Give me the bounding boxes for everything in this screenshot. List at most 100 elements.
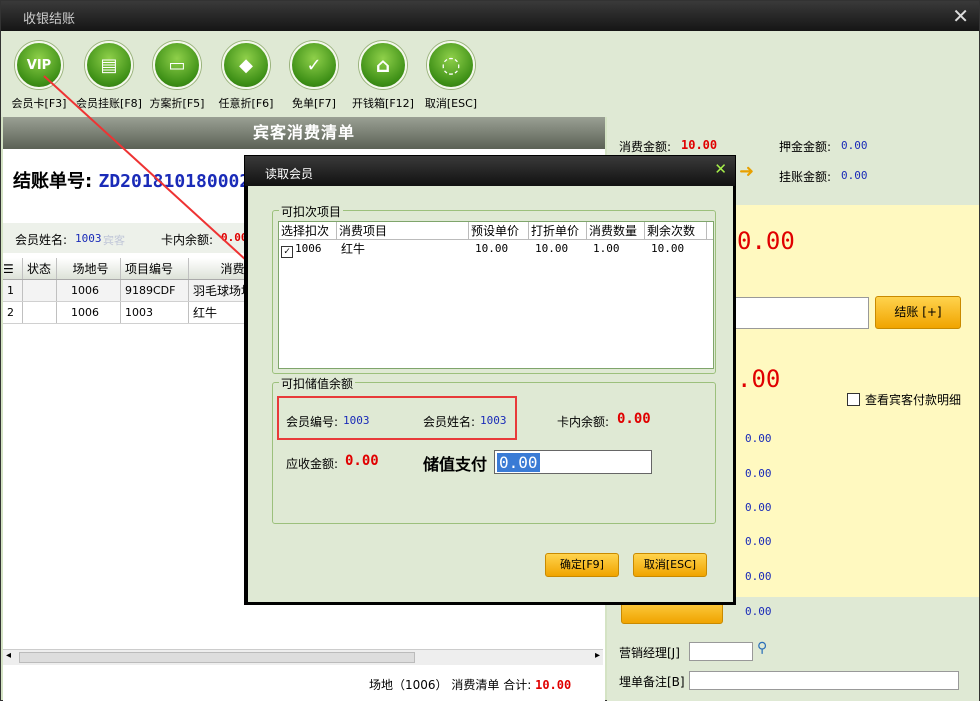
grid-col-status[interactable]: 状态	[23, 258, 57, 279]
bill-number: 结账单号: ZD2018101800022	[13, 167, 261, 193]
panel-title: 宾客消费清单	[3, 117, 605, 149]
dialog-close-icon[interactable]: ✕	[714, 160, 727, 178]
big-amount-1: 0.00	[737, 227, 795, 255]
free-order-label: 免单[F7]	[292, 97, 336, 110]
search-icon[interactable]: ⚲	[757, 640, 767, 656]
consume-amount-value: 10.00	[681, 138, 718, 152]
col-item[interactable]: 消费项目	[337, 222, 469, 239]
row-number: 2	[3, 302, 23, 323]
row-status	[23, 280, 57, 301]
col-quantity[interactable]: 消费数量	[587, 222, 645, 239]
row-remaining: 10.00	[651, 242, 685, 255]
remark-input[interactable]	[689, 671, 959, 690]
dialog-title: 读取会员	[265, 167, 314, 181]
col-remaining[interactable]: 剩余次数	[645, 222, 707, 239]
footer-list: 消费清单	[451, 678, 500, 692]
dialog-card-balance-value: 0.00	[617, 411, 651, 427]
col-preset-price[interactable]: 预设单价	[469, 222, 529, 239]
remark-label: 埋单备注[B]	[619, 675, 685, 689]
receivable-label: 应收金额:	[286, 457, 339, 471]
grid-menu-icon[interactable]: ☰	[3, 258, 23, 279]
bill-number-value: ZD2018101800022	[98, 171, 262, 192]
view-detail-label[interactable]: 查看宾客付款明细	[865, 391, 961, 408]
arrow-right-icon: ➜	[739, 161, 755, 182]
row-code: 1003	[121, 302, 189, 323]
pay-value-5: 0.00	[745, 570, 772, 583]
scrollbar-thumb[interactable]	[19, 652, 415, 663]
horizontal-scrollbar[interactable]: ◂ ▸	[3, 649, 603, 665]
scroll-right-icon[interactable]: ▸	[595, 650, 600, 661]
confirm-button[interactable]: 确定[F9]	[545, 553, 619, 577]
spinner-icon: ◌	[427, 41, 475, 89]
free-order-button[interactable]: ✓ 免单[F7]	[278, 41, 350, 111]
row-site: 1006	[57, 302, 121, 323]
row-select[interactable]: ✓ 1006	[279, 240, 337, 258]
row-quantity: 1.00	[593, 242, 620, 255]
pay-value-2: 0.00	[745, 467, 772, 480]
checkbox-checked-icon[interactable]: ✓	[281, 246, 293, 258]
row-code: 1006	[295, 242, 322, 255]
row-status	[23, 302, 57, 323]
plan-discount-button[interactable]: ▭ 方案折[F5]	[141, 41, 213, 111]
close-icon[interactable]: ✕	[952, 4, 969, 28]
checkout-input[interactable]	[735, 297, 869, 329]
col-select[interactable]: 选择扣次	[279, 222, 337, 239]
window-icon: ▭	[153, 41, 201, 89]
toolbar: VIP 会员卡[F3] ▤ 会员挂账[F8] ▭ 方案折[F5] ◆ 任意折[F…	[1, 31, 979, 117]
dialog-title-bar: 读取会员 ✕	[245, 156, 735, 186]
stored-pay-input[interactable]: 0.00	[494, 450, 652, 474]
pay-value-6: 0.00	[745, 605, 772, 618]
read-member-dialog: 读取会员 ✕ 可扣次项目 选择扣次 消费项目 预设单价 打折单价 消费数量 剩余…	[244, 155, 736, 605]
receivable-value: 0.00	[345, 453, 379, 469]
row-discount-price: 10.00	[535, 242, 569, 255]
open-cashbox-label: 开钱箱[F12]	[352, 97, 414, 110]
grid-col-code[interactable]: 项目编号	[121, 258, 189, 279]
count-items-group: 可扣次项目 选择扣次 消费项目 预设单价 打折单价 消费数量 剩余次数 ✓ 100…	[272, 203, 716, 374]
manager-input[interactable]	[689, 642, 753, 661]
member-credit-button[interactable]: ▤ 会员挂账[F8]	[73, 41, 145, 111]
checkout-button[interactable]: 结账 [+]	[875, 296, 961, 329]
member-info-highlight	[277, 396, 517, 440]
pay-value-4: 0.00	[745, 535, 772, 548]
footer-site: 场地（1006）	[369, 678, 448, 692]
open-cashbox-button[interactable]: ⌂ 开钱箱[F12]	[347, 41, 419, 111]
window-title: 收银结账	[23, 12, 76, 27]
row-code: 9189CDF	[121, 280, 189, 301]
manager-label: 营销经理[J]	[619, 646, 680, 660]
col-discount-price[interactable]: 打折单价	[529, 222, 587, 239]
cancel-button[interactable]: 取消[ESC]	[633, 553, 707, 577]
footer-total-label: 合计:	[503, 678, 532, 692]
stored-pay-value: 0.00	[497, 453, 540, 472]
vip-icon: VIP	[15, 41, 63, 89]
grid-col-site[interactable]: 场地号	[57, 258, 121, 279]
member-credit-label: 会员挂账[F8]	[76, 97, 142, 110]
scroll-left-icon[interactable]: ◂	[6, 650, 11, 661]
member-card-label: 会员卡[F3]	[11, 97, 67, 110]
card-balance-label: 卡内余额:	[161, 233, 214, 247]
cancel-toolbar-label: 取消[ESC]	[424, 97, 478, 110]
consume-amount-label: 消费金额:	[619, 140, 672, 154]
member-name-hint: 宾客	[103, 234, 125, 247]
any-discount-button[interactable]: ◆ 任意折[F6]	[210, 41, 282, 111]
plan-discount-label: 方案折[F5]	[149, 97, 205, 110]
cashbox-icon: ⌂	[359, 41, 407, 89]
footer-summary: 场地（1006） 消费清单 合计: 10.00	[369, 676, 571, 693]
any-discount-label: 任意折[F6]	[218, 97, 274, 110]
pay-value-3: 0.00	[745, 501, 772, 514]
count-items-title: 可扣次项目	[279, 203, 344, 220]
dialog-body: 可扣次项目 选择扣次 消费项目 预设单价 打折单价 消费数量 剩余次数 ✓ 100…	[248, 186, 733, 602]
list-item[interactable]: ✓ 1006 红牛 10.00 10.00 1.00 10.00	[279, 240, 713, 258]
cancel-toolbar-button[interactable]: ◌ 取消[ESC]	[415, 41, 487, 111]
row-preset-price: 10.00	[475, 242, 509, 255]
stored-pay-label: 储值支付	[423, 455, 488, 474]
list-header: 选择扣次 消费项目 预设单价 打折单价 消费数量 剩余次数	[279, 222, 713, 240]
title-bar: 收银结账 ✕	[1, 1, 979, 31]
view-detail-checkbox[interactable]	[847, 393, 860, 406]
member-card-button[interactable]: VIP 会员卡[F3]	[3, 41, 75, 111]
pay-value-1: 0.00	[745, 432, 772, 445]
document-icon: ▤	[85, 41, 133, 89]
deposit-amount-label: 押金金额:	[779, 140, 832, 154]
footer-total-value: 10.00	[535, 678, 572, 692]
credit-amount-value: 0.00	[841, 169, 868, 182]
count-items-list: 选择扣次 消费项目 预设单价 打折单价 消费数量 剩余次数 ✓ 1006 红牛 1…	[278, 221, 714, 369]
